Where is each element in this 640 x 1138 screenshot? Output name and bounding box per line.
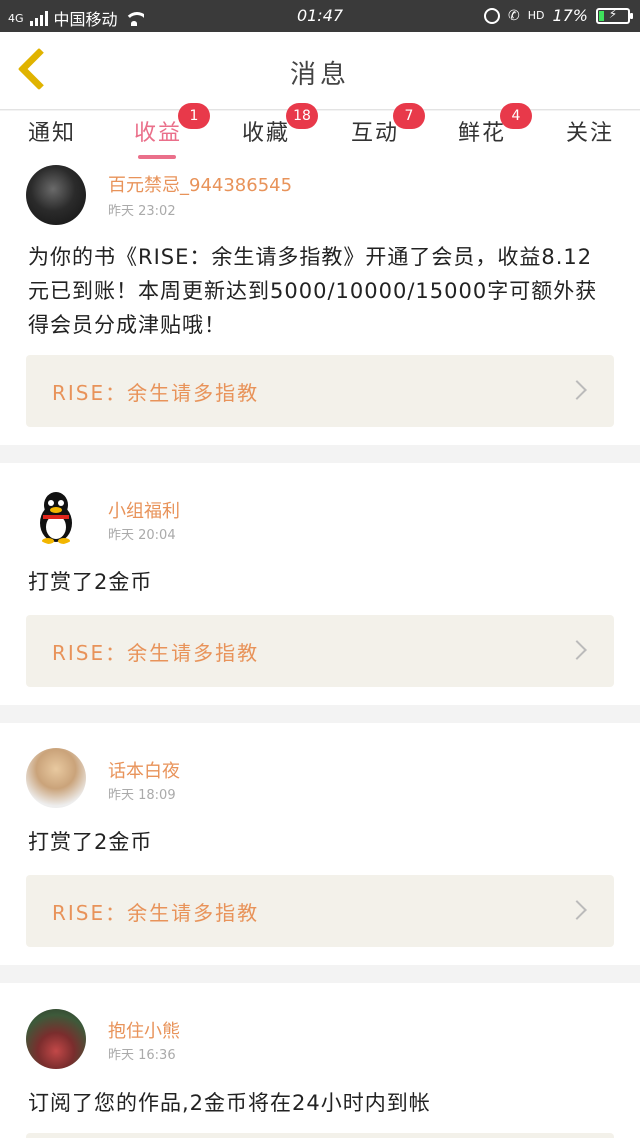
badge-count: 18 bbox=[286, 103, 318, 129]
sender-name[interactable]: 话本白夜 bbox=[108, 757, 180, 783]
message-time: 昨天 18:09 bbox=[108, 788, 176, 803]
message-time: 昨天 16:36 bbox=[108, 1048, 176, 1063]
chevron-right-icon bbox=[567, 380, 587, 400]
badge-count: 1 bbox=[178, 103, 210, 129]
sender-name[interactable]: 抱住小熊 bbox=[108, 1017, 180, 1043]
message-time: 昨天 20:04 bbox=[108, 528, 176, 543]
active-tab-indicator bbox=[138, 155, 176, 159]
book-link[interactable]: RISE：余生请多指教 bbox=[26, 355, 614, 427]
book-link[interactable]: RISE：余生请多指教 bbox=[26, 615, 614, 687]
tab-label: 关注 bbox=[565, 121, 614, 146]
avatar[interactable] bbox=[26, 1009, 86, 1069]
tab-interaction[interactable]: 互动 7 bbox=[325, 103, 425, 163]
message-text: 订阅了您的作品,2金币将在24小时内到帐 bbox=[28, 1091, 431, 1115]
alarm-icon bbox=[483, 7, 500, 24]
sender-name[interactable]: 百元禁忌_944386545 bbox=[108, 171, 292, 197]
book-link[interactable] bbox=[26, 1133, 614, 1138]
message-text: 打赏了2金币 bbox=[28, 830, 153, 854]
avatar[interactable] bbox=[26, 165, 86, 225]
penguin-icon bbox=[40, 492, 72, 544]
badge-count: 4 bbox=[500, 103, 532, 129]
tab-favorites[interactable]: 收藏 18 bbox=[216, 103, 318, 163]
tab-flowers[interactable]: 鲜花 4 bbox=[432, 103, 532, 163]
tab-bar: 通知 收益 1 收藏 18 互动 7 鲜花 4 关注 bbox=[0, 103, 640, 163]
book-link[interactable]: RISE：余生请多指教 bbox=[26, 875, 614, 947]
message-text: 为你的书《RISE：余生请多指教》开通了会员，收益8.12元已到账！本周更新达到… bbox=[28, 245, 598, 337]
book-title: RISE：余生请多指教 bbox=[52, 381, 260, 405]
header: 消息 bbox=[0, 32, 640, 110]
phone-icon: ✆ bbox=[507, 7, 520, 24]
battery-percent: 17% bbox=[552, 6, 588, 25]
badge-count: 7 bbox=[393, 103, 425, 129]
chevron-right-icon bbox=[567, 900, 587, 920]
book-title: RISE：余生请多指教 bbox=[52, 641, 260, 665]
message-card: 抱住小熊 昨天 16:36 订阅了您的作品,2金币将在24小时内到帐 bbox=[0, 983, 640, 1138]
avatar[interactable] bbox=[26, 485, 86, 545]
tab-label: 通知 bbox=[27, 121, 76, 146]
book-title: RISE：余生请多指教 bbox=[52, 901, 260, 925]
status-bar: 4G 中国移动 01:47 ✆ HD 17% ⚡ bbox=[0, 0, 640, 32]
page-title: 消息 bbox=[289, 60, 350, 90]
message-text: 打赏了2金币 bbox=[28, 570, 153, 594]
tab-notice[interactable]: 通知 bbox=[2, 111, 102, 163]
avatar[interactable] bbox=[26, 748, 86, 808]
hd-label: HD bbox=[527, 9, 545, 22]
message-card: 小组福利 昨天 20:04 打赏了2金币 RISE：余生请多指教 bbox=[0, 463, 640, 705]
tab-follows[interactable]: 关注 bbox=[540, 111, 640, 163]
chevron-right-icon bbox=[567, 640, 587, 660]
battery-icon: ⚡ bbox=[596, 7, 633, 24]
message-time: 昨天 23:02 bbox=[108, 204, 176, 219]
message-card: 百元禁忌_944386545 昨天 23:02 为你的书《RISE：余生请多指教… bbox=[0, 163, 640, 445]
message-card: 话本白夜 昨天 18:09 打赏了2金币 RISE：余生请多指教 bbox=[0, 723, 640, 965]
tab-earnings[interactable]: 收益 1 bbox=[108, 103, 210, 163]
sender-name[interactable]: 小组福利 bbox=[108, 497, 180, 523]
